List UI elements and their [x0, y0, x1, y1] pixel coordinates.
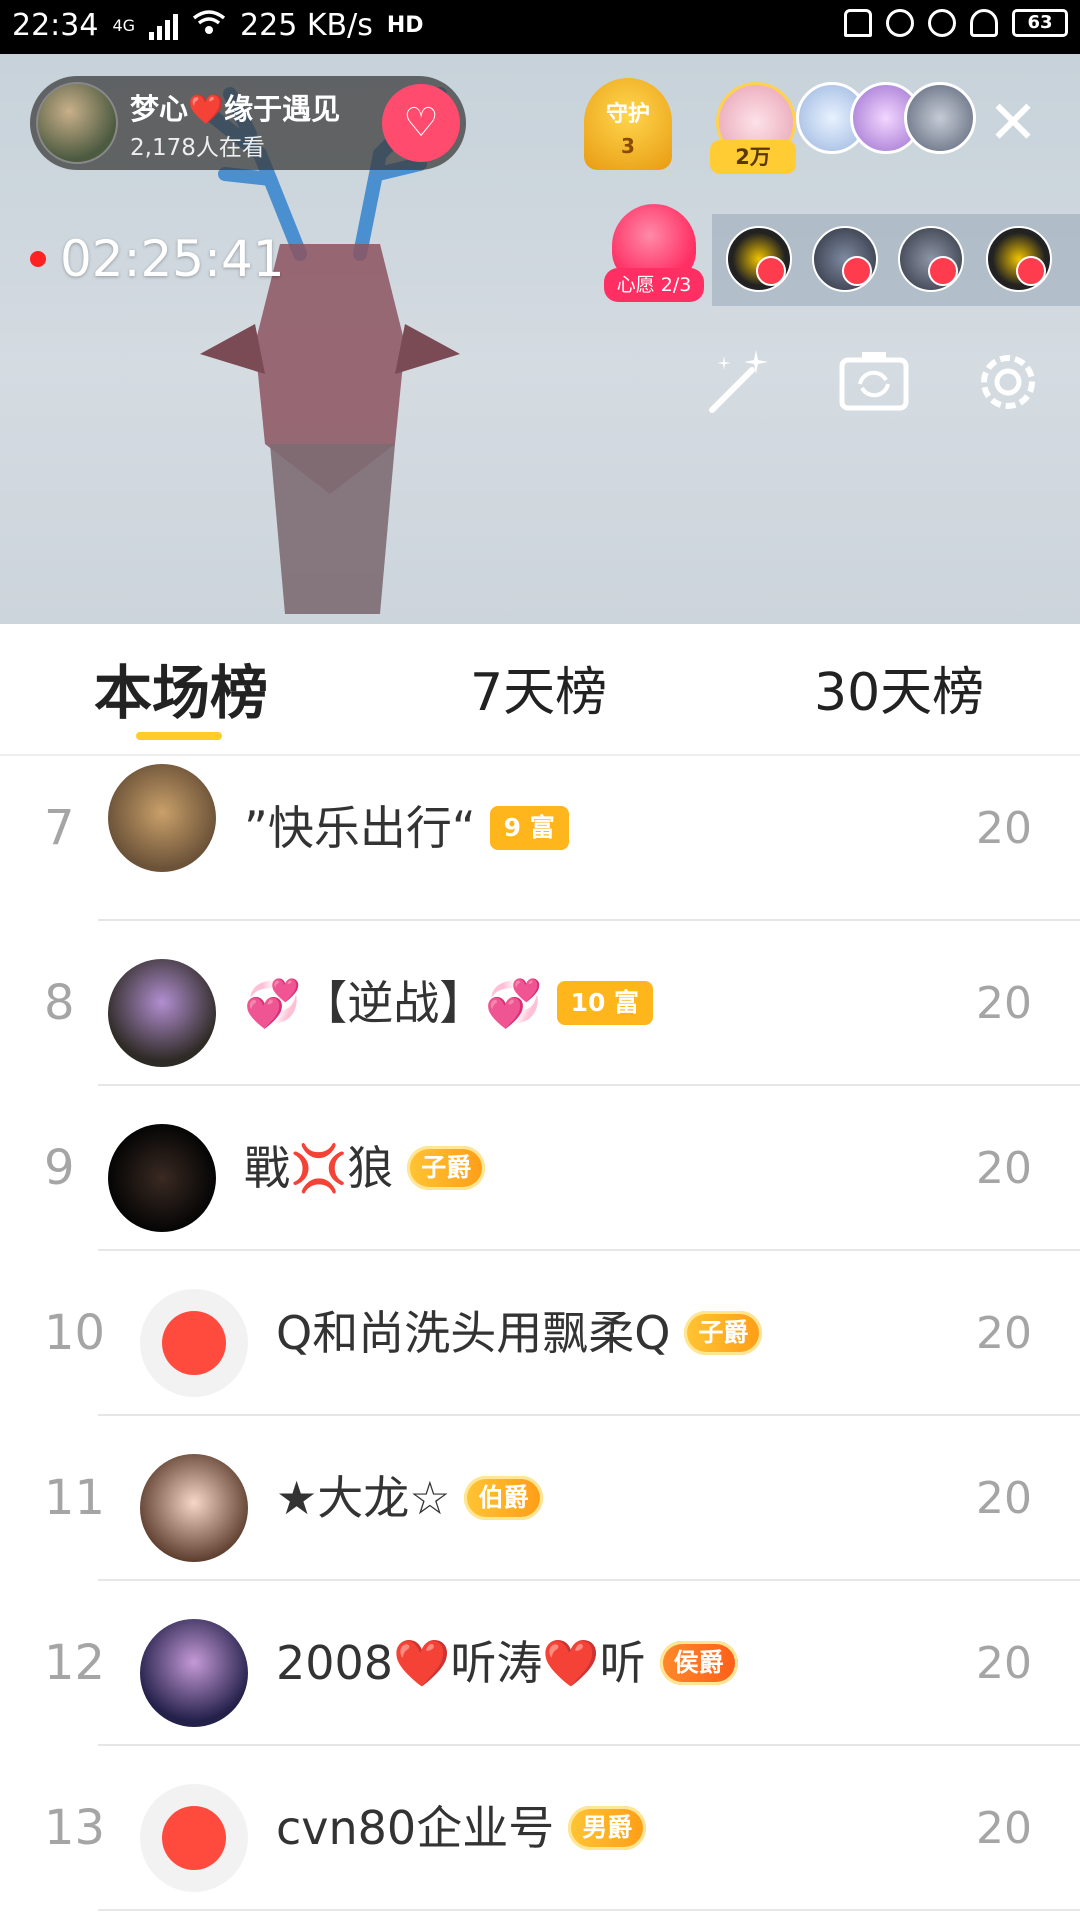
avatar[interactable] — [108, 764, 216, 872]
list-item[interactable]: 10 Q和尚洗头用飘柔Q 子爵 20 — [0, 1251, 1080, 1416]
list-item[interactable]: 11 ★大龙☆ 伯爵 20 — [0, 1416, 1080, 1581]
wifi-icon — [192, 8, 226, 43]
heart-plus-icon: ♡ — [403, 100, 439, 146]
ranking-tabs: 本场榜 7天榜 30天榜 — [0, 624, 1080, 756]
seat-icon — [1016, 256, 1046, 286]
score: 20 — [976, 978, 1032, 1029]
seat-icon — [842, 256, 872, 286]
seat-avatar-4[interactable] — [986, 226, 1052, 292]
lock-rotation-icon — [886, 9, 914, 37]
viewer-count: 2,178人在看 — [130, 135, 265, 161]
rank-number: 8 — [44, 975, 75, 1031]
top-fan-avatar-4[interactable] — [904, 82, 976, 154]
anchor-name: 梦心❤️缘于遇见 — [130, 92, 341, 126]
ranking-list: 7 ”快乐出行“ 9 富 20 8 💞【逆战】💞 10 富 20 9 戰💢狼 子爵 2… — [0, 756, 1080, 1911]
network-type: 4G — [112, 16, 136, 35]
avatar[interactable] — [140, 1454, 248, 1562]
tab-this-session[interactable]: 本场榜 — [94, 646, 268, 730]
status-bar: 22:34 4G 225 KB/s HD 63 — [0, 0, 1080, 54]
seat-avatar-2[interactable] — [812, 226, 878, 292]
user-name: ”快乐出行“ 9 富 — [244, 746, 569, 911]
noble-badge: 子爵 — [407, 1145, 486, 1190]
live-video[interactable]: 梦心❤️缘于遇见 2,178人在看 ♡ 守护 3 2万 ✕ 02:25:41 心… — [0, 54, 1080, 624]
net-speed: 225 KB/s — [240, 8, 373, 43]
guard-label: 守护 — [605, 102, 650, 127]
list-item[interactable]: 13 cvn80企业号 男爵 20 — [0, 1746, 1080, 1911]
score: 20 — [976, 803, 1032, 854]
tab-30-days[interactable]: 30天榜 — [814, 650, 984, 725]
user-name-text: ”快乐出行“ — [244, 801, 476, 855]
user-name: 💞【逆战】💞 10 富 — [244, 921, 654, 1086]
rank-number: 10 — [44, 1305, 106, 1361]
magic-wand-icon[interactable] — [700, 344, 776, 420]
user-name-text: Q和尚洗头用飘柔Q — [276, 1306, 671, 1360]
score: 20 — [976, 1143, 1032, 1194]
list-item[interactable]: 8 💞【逆战】💞 10 富 20 — [0, 921, 1080, 1086]
wish-progress: 心愿 2/3 — [604, 268, 704, 302]
wealth-badge: 9 富 — [489, 805, 569, 850]
signal-icon — [149, 12, 179, 40]
score: 20 — [976, 1638, 1032, 1689]
battery-level: 63 — [1027, 12, 1053, 33]
headphones-icon — [970, 9, 998, 37]
user-name: cvn80企业号 男爵 — [276, 1746, 647, 1911]
score: 20 — [976, 1308, 1032, 1359]
anchor-avatar[interactable] — [36, 82, 118, 164]
rank-number: 11 — [44, 1470, 106, 1526]
noble-badge: 侯爵 — [659, 1640, 738, 1685]
tab-7-days[interactable]: 7天榜 — [470, 650, 607, 725]
hd-icon: HD — [386, 13, 424, 38]
user-name: Q和尚洗头用飘柔Q 子爵 — [276, 1251, 763, 1416]
user-name-text: cvn80企业号 — [276, 1801, 555, 1855]
guard-count: 3 — [621, 134, 635, 158]
noble-badge: 男爵 — [568, 1805, 647, 1850]
recording-dot-icon — [30, 251, 46, 267]
user-name: ★大龙☆ 伯爵 — [276, 1416, 543, 1581]
list-item[interactable]: 7 ”快乐出行“ 9 富 20 — [0, 756, 1080, 921]
default-avatar-icon — [162, 1311, 226, 1375]
user-name: 2008❤️听涛❤️听 侯爵 — [276, 1581, 738, 1746]
rank-number: 12 — [44, 1635, 106, 1691]
avatar[interactable] — [108, 1124, 216, 1232]
rank-number: 9 — [44, 1140, 75, 1196]
seat-icon — [928, 256, 958, 286]
noble-badge: 子爵 — [684, 1310, 763, 1355]
user-name-text: 戰💢狼 — [244, 1141, 394, 1195]
rank-number: 13 — [44, 1800, 106, 1856]
user-name-text: 2008❤️听涛❤️听 — [276, 1636, 646, 1690]
user-name: 戰💢狼 子爵 — [244, 1086, 486, 1251]
live-timer: 02:25:41 — [30, 230, 285, 288]
avatar[interactable] — [140, 1289, 248, 1397]
noble-badge: 伯爵 — [464, 1475, 543, 1520]
user-name-text: ★大龙☆ — [276, 1471, 451, 1525]
seat-icon — [756, 256, 786, 286]
live-duration: 02:25:41 — [60, 230, 285, 288]
divider — [98, 1909, 1080, 1911]
mute-icon — [844, 9, 872, 37]
default-avatar-icon — [162, 1806, 226, 1870]
battery-icon: 63 — [1012, 9, 1068, 37]
rank-number: 7 — [44, 800, 75, 856]
fan-count: 2万 — [710, 140, 796, 174]
follow-button[interactable]: ♡ — [382, 84, 460, 162]
settings-gear-icon[interactable] — [970, 344, 1046, 420]
avatar[interactable] — [140, 1619, 248, 1727]
close-icon[interactable]: ✕ — [982, 92, 1044, 154]
alarm-icon — [928, 9, 956, 37]
score: 20 — [976, 1473, 1032, 1524]
list-item[interactable]: 9 戰💢狼 子爵 20 — [0, 1086, 1080, 1251]
anchor-info[interactable]: 梦心❤️缘于遇见 2,178人在看 ♡ — [30, 76, 466, 170]
tab-indicator — [136, 732, 222, 740]
list-item[interactable]: 12 2008❤️听涛❤️听 侯爵 20 — [0, 1581, 1080, 1746]
camera-flip-icon[interactable] — [836, 344, 912, 420]
guard-badge[interactable]: 守护 3 — [584, 78, 672, 170]
avatar[interactable] — [108, 959, 216, 1067]
clock: 22:34 — [12, 8, 99, 43]
wealth-badge: 10 富 — [556, 980, 654, 1025]
seat-avatar-1[interactable] — [726, 226, 792, 292]
seat-avatar-3[interactable] — [898, 226, 964, 292]
user-name-text: 💞【逆战】💞 — [244, 976, 543, 1030]
avatar[interactable] — [140, 1784, 248, 1892]
score: 20 — [976, 1803, 1032, 1854]
